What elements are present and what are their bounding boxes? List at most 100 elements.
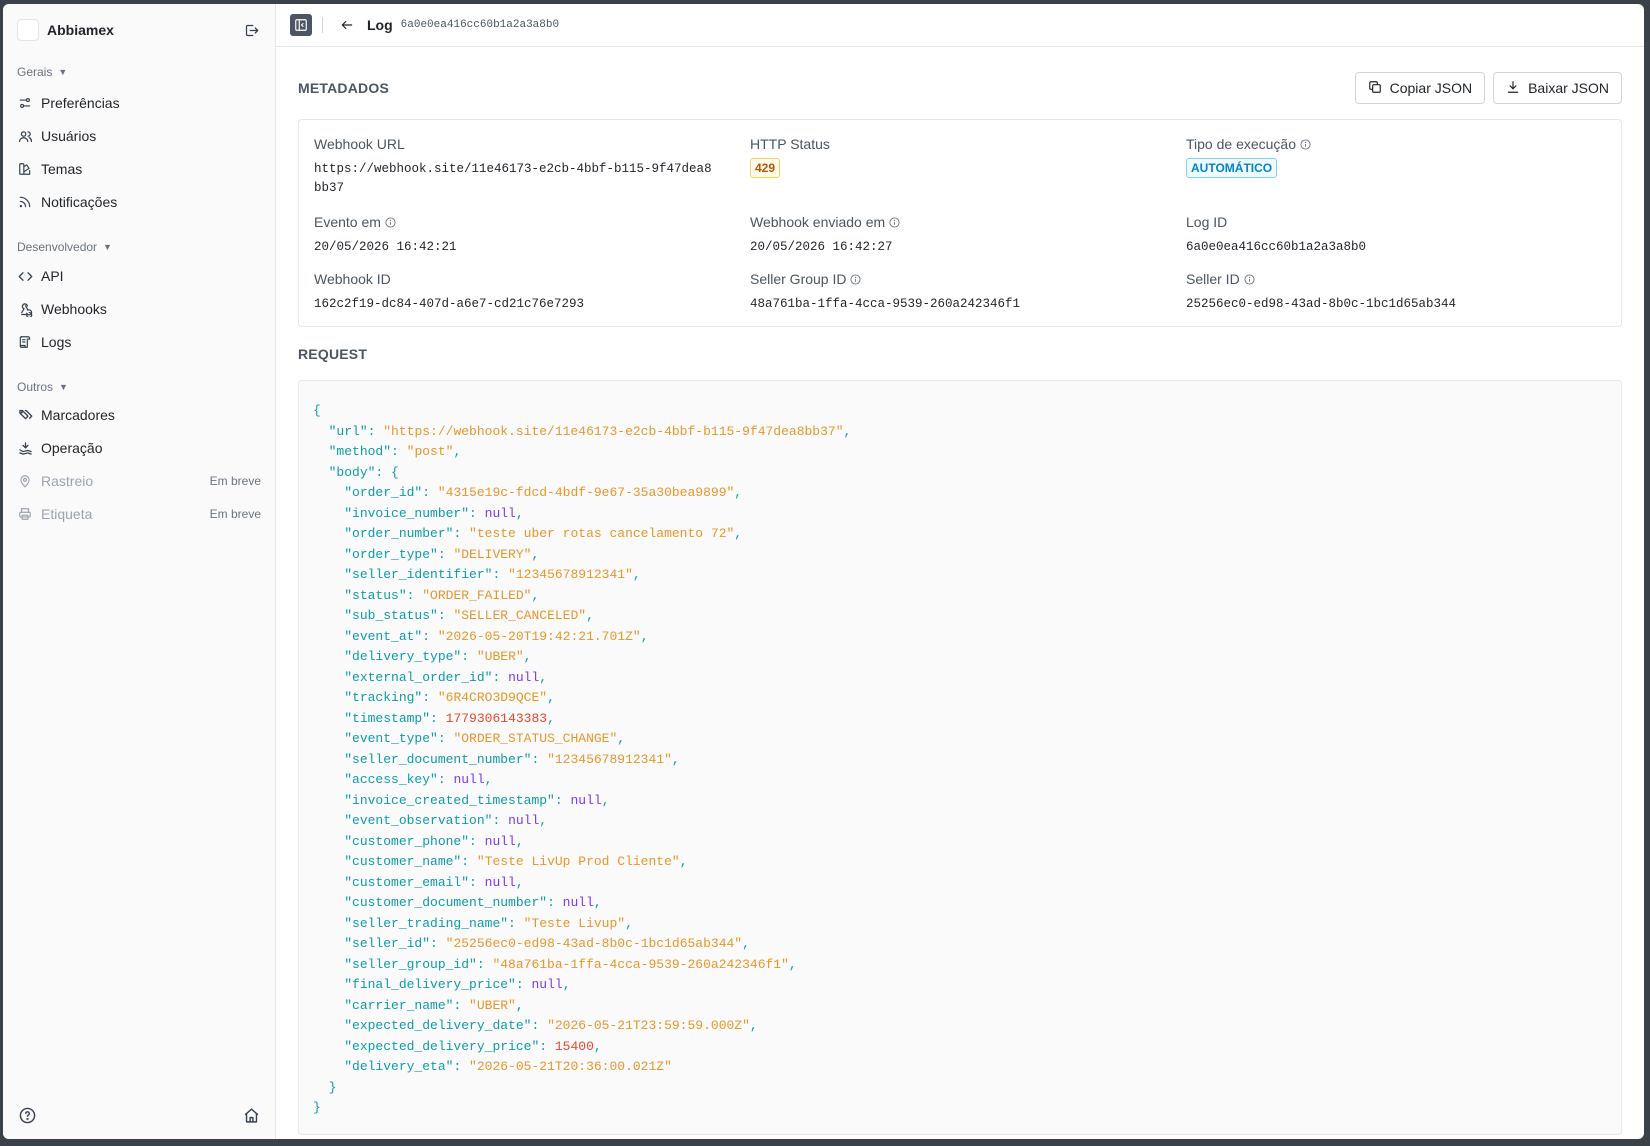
- json-line: "event_type": "ORDER_STATUS_CHANGE",: [313, 729, 1607, 750]
- json-punct: ,: [515, 833, 524, 849]
- json-punct: ,: [515, 997, 524, 1013]
- json-line: "delivery_eta": "2026-05-21T20:36:00.021…: [313, 1057, 1607, 1078]
- field-label: Tipo de execução: [1186, 136, 1606, 152]
- json-line: "timestamp": 1779306143383,: [313, 709, 1607, 730]
- json-punct: :: [554, 792, 571, 808]
- sidebar-item-temas[interactable]: Temas: [17, 156, 261, 182]
- field-label-text: Tipo de execução: [1186, 136, 1296, 152]
- json-key: "final_delivery_price": [344, 977, 516, 992]
- json-null-value: null: [484, 505, 516, 521]
- field-label: HTTP Status: [750, 136, 830, 152]
- json-punct: :: [469, 505, 485, 521]
- json-string-value: "UBER": [469, 997, 516, 1013]
- sidebar-item-notificacoes[interactable]: Notificações: [17, 189, 261, 215]
- json-punct: :: [422, 628, 438, 644]
- json-punct: ,: [593, 895, 602, 910]
- json-brace: }: [313, 1100, 321, 1115]
- json-key: "sub_status": [344, 608, 438, 623]
- json-null-value: null: [508, 813, 540, 828]
- webhook-icon: [17, 301, 33, 317]
- sidebar-item-operacao[interactable]: Operação: [17, 435, 261, 461]
- info-icon[interactable]: [1300, 138, 1311, 150]
- json-punct: ,: [562, 977, 571, 992]
- printer-icon: [17, 506, 33, 522]
- json-line: "seller_identifier": "12345678912341",: [313, 565, 1607, 586]
- json-key: "customer_name": [344, 854, 462, 869]
- seller-group-id-value: 48a761ba-1ffa-4cca-9539-260a242346f1: [750, 297, 1021, 311]
- section-desenvolvedor[interactable]: Desenvolvedor ▼: [17, 240, 112, 254]
- section-outros[interactable]: Outros ▼: [17, 380, 68, 394]
- webhook-id-value: 162c2f19-dc84-407d-a6e7-cd21c76e7293: [314, 297, 585, 311]
- info-icon[interactable]: [385, 216, 396, 228]
- sidebar-item-preferencias[interactable]: Preferências: [17, 90, 261, 116]
- json-line: "order_id": "4315e19c-fdcd-4bdf-9e67-35a…: [313, 483, 1607, 504]
- seller-id-value: 25256ec0-ed98-43ad-8b0c-1bc1d65ab344: [1186, 297, 1457, 311]
- field-event-at: Evento em 20/05/2026 16:42:21: [314, 214, 734, 257]
- json-punct: :: [531, 1018, 548, 1033]
- json-punct: :: [539, 1038, 555, 1054]
- json-key: "order_type": [344, 546, 438, 562]
- home-icon[interactable]: [241, 1105, 261, 1125]
- sidebar-item-marcadores[interactable]: Marcadores: [17, 402, 261, 428]
- request-json-viewer[interactable]: { "url": "https://webhook.site/11e46173-…: [298, 380, 1622, 1135]
- download-icon: [1506, 80, 1520, 97]
- toggle-sidebar-button[interactable]: [290, 14, 312, 36]
- json-punct: :: [437, 546, 454, 562]
- json-key: "method": [328, 444, 392, 459]
- log-id-subtitle: 6a0e0ea416cc60b1a2a3a8b0: [400, 19, 560, 31]
- logout-icon[interactable]: [241, 20, 261, 40]
- download-json-button[interactable]: Baixar JSON: [1493, 72, 1622, 104]
- json-line: "url": "https://webhook.site/11e46173-e2…: [313, 422, 1607, 443]
- truck-icon: [17, 440, 33, 456]
- back-arrow-icon[interactable]: [337, 15, 357, 35]
- copy-json-button[interactable]: Copiar JSON: [1354, 72, 1486, 104]
- json-key: "access_key": [344, 772, 438, 787]
- json-null-value: null: [453, 772, 485, 787]
- info-icon[interactable]: [889, 216, 900, 228]
- json-line: "expected_delivery_price": 15400,: [313, 1037, 1607, 1058]
- json-punct: :: [430, 936, 446, 951]
- json-punct: ,: [734, 485, 743, 500]
- json-key: "customer_phone": [344, 833, 470, 849]
- copy-json-label: Copiar JSON: [1389, 80, 1473, 96]
- json-null-value: null: [531, 977, 563, 992]
- info-icon[interactable]: [1244, 273, 1255, 285]
- json-string-value: "https://webhook.site/11e46173-e2cb-4bbf…: [383, 423, 844, 439]
- sidebar-item-label: Preferências: [41, 95, 120, 111]
- metadata-actions: Copiar JSON Baixar JSON: [1354, 72, 1622, 104]
- swatch-icon: [17, 161, 33, 177]
- json-string-value: "12345678912341": [508, 567, 633, 582]
- json-key: "tracking": [344, 690, 423, 705]
- json-key: "timestamp": [344, 710, 431, 726]
- sidebar-item-usuarios[interactable]: Usuários: [17, 123, 261, 149]
- info-icon[interactable]: [850, 273, 862, 285]
- json-punct: :: [437, 772, 454, 787]
- sent-at-value: 20/05/2026 16:42:27: [750, 240, 893, 254]
- request-header: REQUEST: [298, 346, 1622, 362]
- json-key: "invoice_number": [344, 505, 470, 521]
- caret-down-icon: ▼: [59, 382, 68, 392]
- sidebar-item-label: Marcadores: [41, 407, 115, 423]
- users-icon: [17, 128, 33, 144]
- sidebar-item-logs[interactable]: Logs: [17, 329, 261, 355]
- json-line: "customer_document_number": null,: [313, 893, 1607, 914]
- tags-icon: [17, 407, 33, 423]
- json-punct: :: [461, 649, 477, 664]
- sidebar-item-webhooks[interactable]: Webhooks: [17, 296, 261, 322]
- sidebar-item-api[interactable]: API: [17, 263, 261, 289]
- json-punct: ,: [679, 854, 688, 869]
- metadata-header: METADADOS Copiar JSON Baixar JSON: [298, 72, 1622, 104]
- help-icon[interactable]: [17, 1105, 37, 1125]
- field-label: Webhook URL: [314, 136, 405, 152]
- coming-soon-badge: Em breve: [209, 474, 261, 488]
- json-line: "seller_id": "25256ec0-ed98-43ad-8b0c-1b…: [313, 934, 1607, 955]
- json-punct: ,: [734, 526, 743, 541]
- json-punct: :: [508, 915, 524, 931]
- json-punct: ,: [843, 423, 852, 439]
- json-punct: ,: [547, 690, 555, 705]
- json-punct: :: [437, 731, 454, 746]
- json-punct: :: [437, 608, 454, 623]
- json-key: "expected_delivery_price": [344, 1038, 540, 1054]
- sidebar: Abbiamex Gerais ▼ Preferências Usuários T…: [3, 4, 276, 1139]
- section-gerais[interactable]: Gerais ▼: [17, 65, 67, 79]
